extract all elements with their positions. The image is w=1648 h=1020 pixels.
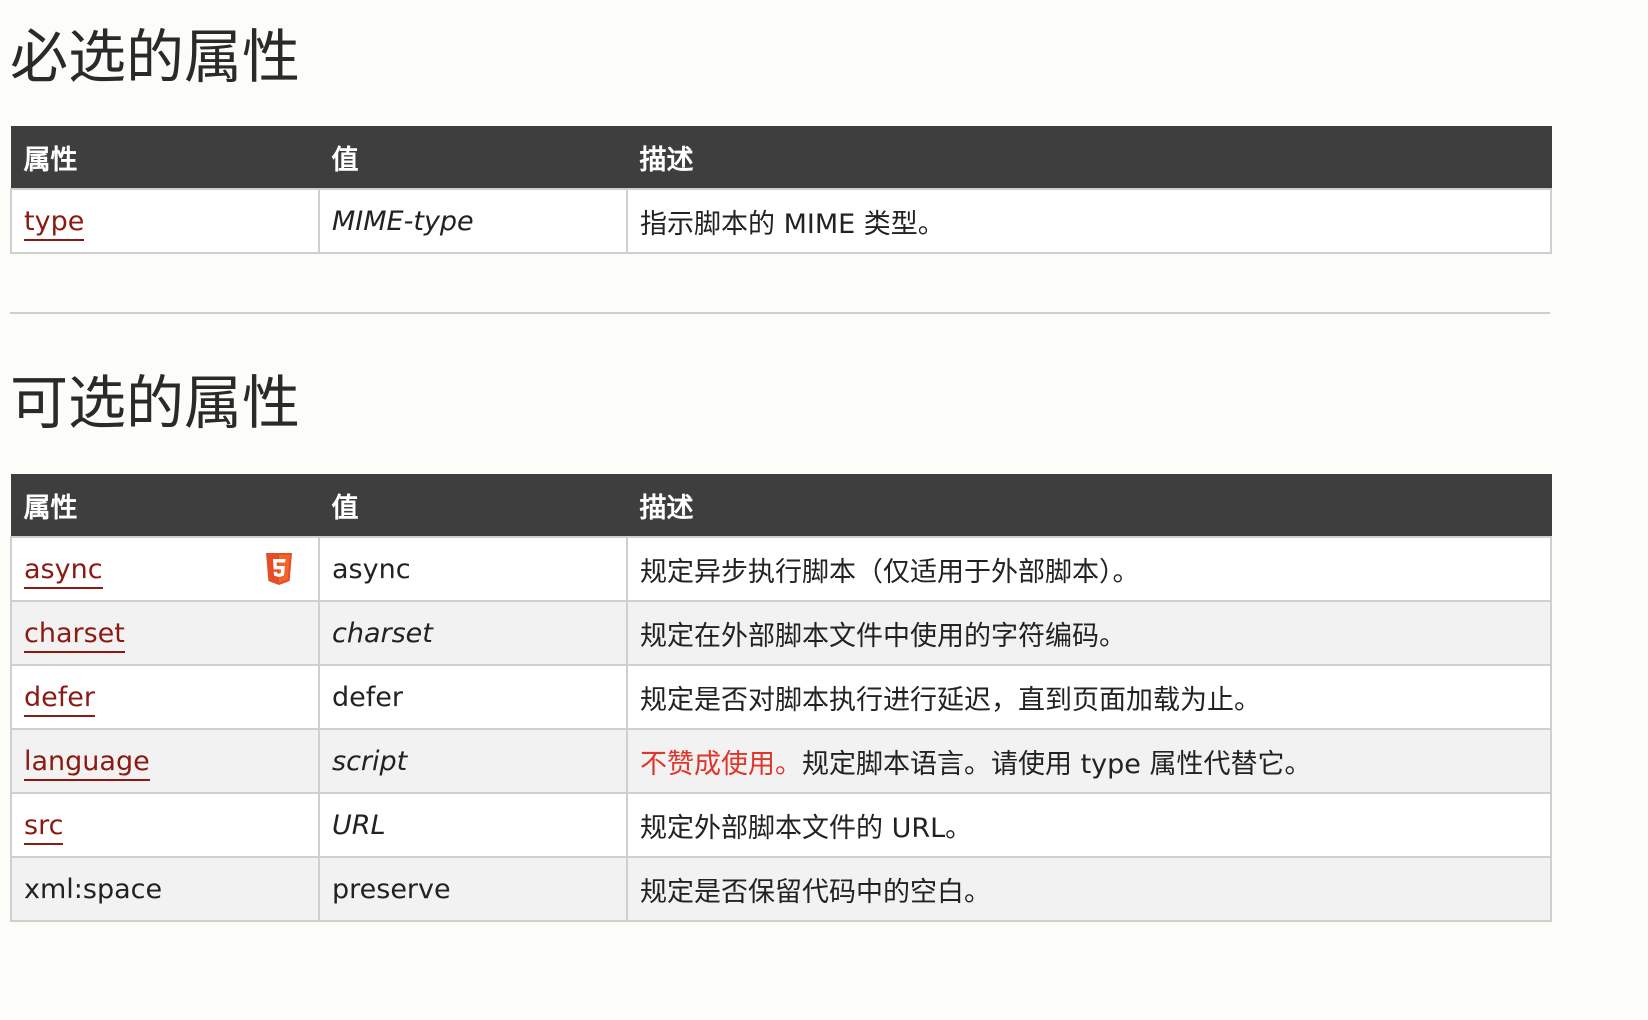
description-cell: 规定是否对脚本执行进行延迟，直到页面加载为止。 [626,664,1552,730]
attribute-link-defer[interactable]: defer [24,681,95,717]
value-cell: charset [318,600,628,666]
section-divider [10,312,1550,314]
header-value: 值 [318,474,628,537]
description-cell: 规定在外部脚本文件中使用的字符编码。 [626,600,1552,666]
table-header-row: 属性 值 描述 [10,474,1552,537]
attribute-cell: language [10,728,320,794]
attribute-link-type[interactable]: type [24,205,85,241]
value-cell: script [318,728,628,794]
attribute-link-language[interactable]: language [24,745,150,781]
attribute-cell: charset [10,600,320,666]
attribute-cell: xml:space [10,856,320,922]
section-title-optional: 可选的属性 [10,369,301,437]
attribute-cell: type [10,188,320,254]
description-cell: 不赞成使用。规定脚本语言。请使用 type 属性代替它。 [626,728,1552,794]
header-description: 描述 [626,126,1552,189]
description-cell: 指示脚本的 MIME 类型。 [626,188,1552,254]
table-row: charset charset 规定在外部脚本文件中使用的字符编码。 [10,600,1552,666]
value-cell: defer [318,664,628,730]
header-value: 值 [318,126,628,189]
table-row: xml:space preserve 规定是否保留代码中的空白。 [10,856,1552,922]
table-row: src URL 规定外部脚本文件的 URL。 [10,792,1552,858]
value-cell: MIME-type [318,188,628,254]
page: 必选的属性 属性 值 描述 type MIME-type 指示脚本的 MIME … [0,0,1552,922]
attribute-cell: async [10,536,320,602]
description-cell: 规定异步执行脚本（仅适用于外部脚本）。 [626,536,1552,602]
table-row: defer defer 规定是否对脚本执行进行延迟，直到页面加载为止。 [10,664,1552,730]
header-attribute: 属性 [10,126,320,189]
attribute-link-charset[interactable]: charset [24,617,125,653]
attribute-link-async[interactable]: async [24,553,103,589]
attribute-link-src[interactable]: src [24,809,64,845]
description-cell: 规定是否保留代码中的空白。 [626,856,1552,922]
required-attributes-table: 属性 值 描述 type MIME-type 指示脚本的 MIME 类型。 [10,126,1552,254]
attribute-cell: defer [10,664,320,730]
html5-icon [266,553,292,585]
table-header-row: 属性 值 描述 [10,126,1552,189]
deprecated-notice: 不赞成使用。 [640,748,802,780]
optional-attributes-table: 属性 值 描述 async async 规定异步执行脚本（仅适用于外部脚本）。 [10,474,1552,922]
description-cell: 规定外部脚本文件的 URL。 [626,792,1552,858]
table-row: language script 不赞成使用。规定脚本语言。请使用 type 属性… [10,728,1552,794]
header-description: 描述 [626,474,1552,537]
header-attribute: 属性 [10,474,320,537]
section-title-required: 必选的属性 [10,23,301,91]
description-text: 规定脚本语言。请使用 type 属性代替它。 [802,748,1312,780]
value-cell: async [318,536,628,602]
attribute-cell: src [10,792,320,858]
table-row: async async 规定异步执行脚本（仅适用于外部脚本）。 [10,536,1552,602]
value-cell: preserve [318,856,628,922]
value-cell: URL [318,792,628,858]
table-row: type MIME-type 指示脚本的 MIME 类型。 [10,188,1552,254]
